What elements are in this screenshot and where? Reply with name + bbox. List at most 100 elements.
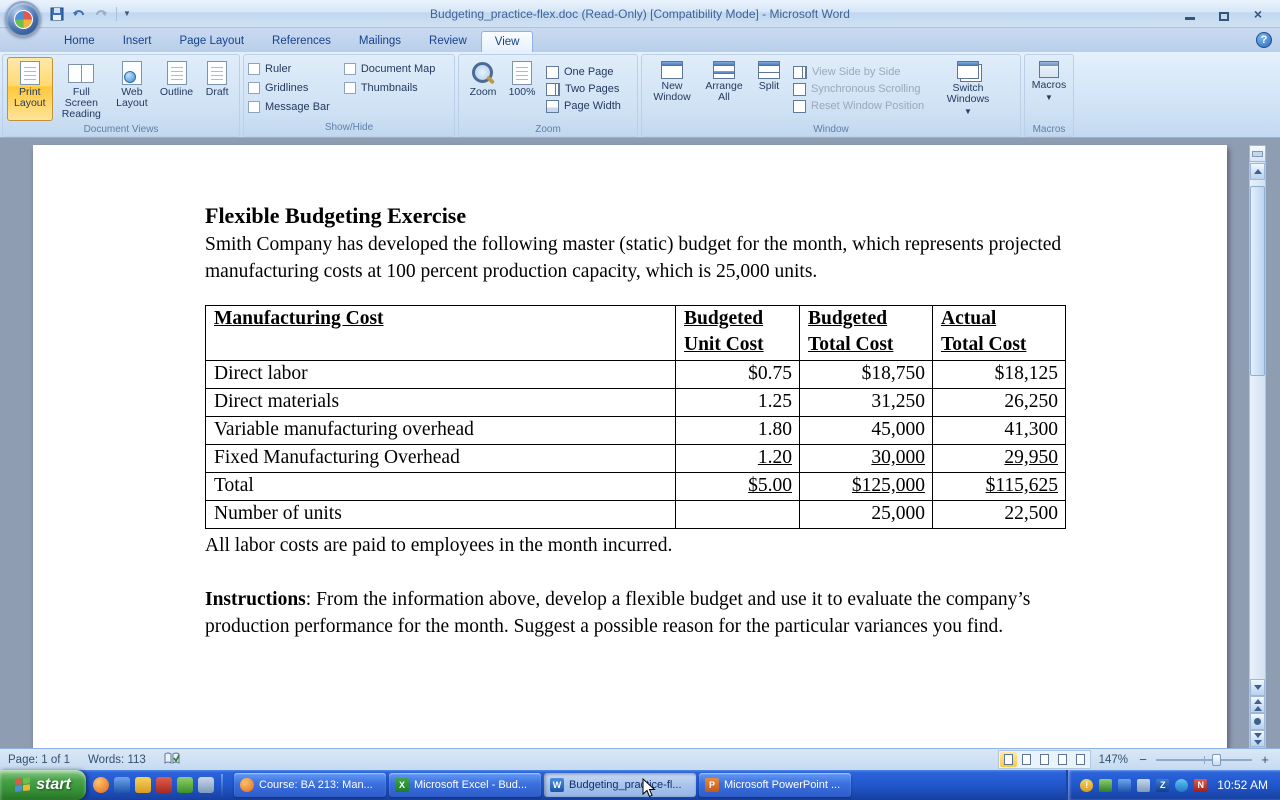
switch-windows-icon bbox=[957, 61, 979, 79]
arrange-all-button[interactable]: Arrange All bbox=[698, 57, 750, 121]
two-pages-button[interactable]: Two Pages bbox=[546, 83, 621, 96]
document-map-checkbox[interactable]: Document Map bbox=[344, 63, 436, 75]
network-icon[interactable] bbox=[1118, 779, 1131, 792]
alert-tray-icon[interactable]: ! bbox=[1080, 779, 1093, 792]
thumbnails-checkbox[interactable]: Thumbnails bbox=[344, 82, 436, 94]
save-button[interactable] bbox=[48, 5, 66, 23]
scrollbar-track[interactable] bbox=[1250, 180, 1265, 679]
new-window-button[interactable]: New Window bbox=[646, 57, 698, 121]
page-width-button[interactable]: Page Width bbox=[546, 100, 621, 113]
one-page-button[interactable]: One Page bbox=[546, 66, 621, 79]
outlook-icon[interactable] bbox=[135, 777, 151, 793]
chevron-down-icon: ▼ bbox=[1045, 92, 1053, 103]
scroll-down-button[interactable] bbox=[1250, 679, 1265, 696]
tab-insert[interactable]: Insert bbox=[109, 30, 166, 52]
view-web-layout-icon[interactable] bbox=[1036, 752, 1053, 767]
split-button[interactable]: Split bbox=[750, 57, 788, 121]
page-indicator[interactable]: Page: 1 of 1 bbox=[8, 754, 70, 766]
draft-icon bbox=[207, 61, 227, 85]
view-side-by-side-button[interactable]: View Side by Side bbox=[793, 66, 939, 79]
select-browse-object-button[interactable] bbox=[1250, 713, 1265, 730]
chevron-down-icon: ▼ bbox=[964, 106, 972, 117]
outline-button[interactable]: Outline bbox=[154, 57, 200, 121]
view-draft-icon[interactable] bbox=[1072, 752, 1089, 767]
undo-button[interactable] bbox=[70, 5, 88, 23]
scroll-up-button[interactable] bbox=[1250, 163, 1265, 180]
checkbox-box bbox=[344, 82, 356, 94]
zonealarm-icon[interactable]: Z bbox=[1156, 779, 1169, 792]
taskbar-button-excel[interactable]: Microsoft Excel - Bud... bbox=[389, 773, 541, 797]
print-layout-button[interactable]: Print Layout bbox=[7, 57, 53, 121]
taskbar-button-word-active[interactable]: Budgeting_practice-fl... bbox=[544, 773, 696, 797]
arrange-all-icon bbox=[713, 61, 735, 79]
show-desktop-icon[interactable] bbox=[198, 777, 214, 793]
restore-button[interactable] bbox=[1212, 6, 1236, 21]
minimize-button[interactable] bbox=[1178, 6, 1202, 21]
taskbar-button-powerpoint[interactable]: Microsoft PowerPoint ... bbox=[699, 773, 851, 797]
instructions-label: Instructions bbox=[205, 589, 306, 610]
tab-page-layout[interactable]: Page Layout bbox=[165, 30, 258, 52]
vertical-scrollbar[interactable] bbox=[1249, 145, 1266, 748]
reset-window-position-button[interactable]: Reset Window Position bbox=[793, 100, 939, 113]
web-layout-button[interactable]: Web Layout bbox=[110, 57, 154, 121]
close-button[interactable]: × bbox=[1246, 6, 1270, 21]
tab-mailings[interactable]: Mailings bbox=[345, 30, 415, 52]
group-label-zoom: Zoom bbox=[459, 123, 637, 137]
customize-qat-button[interactable]: ▼ bbox=[123, 9, 131, 18]
ruler-checkbox[interactable]: Ruler bbox=[248, 63, 330, 75]
table-row: Number of units 25,000 22,500 bbox=[206, 501, 1066, 529]
print-layout-icon bbox=[20, 61, 40, 85]
redo-button[interactable] bbox=[92, 5, 110, 23]
draft-button[interactable]: Draft bbox=[199, 57, 235, 121]
antivirus-shield-icon[interactable] bbox=[1099, 779, 1112, 792]
message-bar-checkbox[interactable]: Message Bar bbox=[248, 101, 330, 113]
next-page-button[interactable] bbox=[1250, 730, 1265, 747]
switch-windows-button[interactable]: Switch Windows ▼ bbox=[939, 57, 997, 121]
quick-launch-divider bbox=[221, 774, 223, 796]
checkbox-box bbox=[344, 63, 356, 75]
synchronous-scrolling-button[interactable]: Synchronous Scrolling bbox=[793, 83, 939, 96]
media-player-icon[interactable] bbox=[156, 777, 172, 793]
gridlines-checkbox[interactable]: Gridlines bbox=[248, 82, 330, 94]
messenger-tray-icon[interactable] bbox=[1175, 779, 1188, 792]
previous-page-button[interactable] bbox=[1250, 696, 1265, 713]
zoom-button[interactable]: Zoom bbox=[463, 57, 503, 121]
taskbar-clock[interactable]: 10:52 AM bbox=[1217, 778, 1268, 792]
checkbox-box bbox=[248, 63, 260, 75]
norton-icon[interactable]: N bbox=[1194, 779, 1207, 792]
header-actual-total-cost: ActualTotal Cost bbox=[933, 306, 1066, 361]
messenger-icon[interactable] bbox=[177, 777, 193, 793]
view-full-screen-icon[interactable] bbox=[1018, 752, 1035, 767]
scrollbar-thumb[interactable] bbox=[1250, 186, 1265, 376]
zoom-slider-thumb[interactable] bbox=[1212, 754, 1221, 766]
zoom-out-button[interactable]: − bbox=[1136, 753, 1150, 767]
macros-button[interactable]: Macros ▼ bbox=[1029, 57, 1069, 121]
volume-icon[interactable] bbox=[1137, 779, 1150, 792]
zoom-slider[interactable] bbox=[1156, 759, 1252, 761]
firefox-icon bbox=[240, 778, 254, 792]
view-outline-icon[interactable] bbox=[1054, 752, 1071, 767]
tab-home[interactable]: Home bbox=[50, 30, 109, 52]
checkbox-box bbox=[248, 101, 260, 113]
ribbon-tab-row: Home Insert Page Layout References Maili… bbox=[0, 28, 1280, 52]
zoom-level[interactable]: 147% bbox=[1099, 754, 1128, 766]
zoom-in-button[interactable]: + bbox=[1258, 753, 1272, 767]
taskbar-button-browser[interactable]: Course: BA 213: Man... bbox=[234, 773, 386, 797]
outline-icon bbox=[167, 61, 187, 85]
ruler-toggle-button[interactable] bbox=[1249, 145, 1266, 162]
office-button[interactable] bbox=[5, 1, 41, 37]
document-page[interactable]: Flexible Budgeting Exercise Smith Compan… bbox=[33, 145, 1227, 748]
tab-references[interactable]: References bbox=[258, 30, 345, 52]
help-icon[interactable]: ? bbox=[1256, 32, 1272, 48]
full-screen-reading-button[interactable]: Full Screen Reading bbox=[53, 57, 110, 121]
tab-review[interactable]: Review bbox=[415, 30, 481, 52]
start-button[interactable]: start bbox=[0, 770, 86, 800]
internet-explorer-icon[interactable] bbox=[114, 777, 130, 793]
firefox-icon[interactable] bbox=[93, 777, 109, 793]
view-print-layout-icon[interactable] bbox=[1000, 752, 1017, 767]
spellcheck-icon[interactable] bbox=[164, 752, 180, 768]
tab-view[interactable]: View bbox=[481, 31, 534, 52]
budget-table: Manufacturing Cost BudgetedUnit Cost Bud… bbox=[205, 305, 1066, 529]
zoom-100-button[interactable]: 100% bbox=[503, 57, 541, 121]
word-count[interactable]: Words: 113 bbox=[88, 754, 146, 766]
